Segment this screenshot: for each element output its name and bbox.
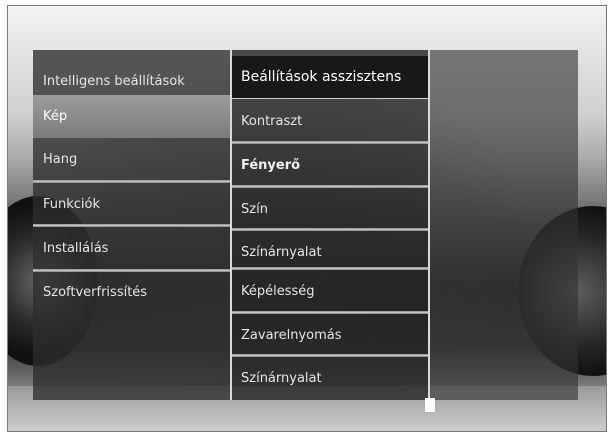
main-menu-column: Intelligens beállítások Kép Hang Funkció…	[33, 50, 230, 400]
submenu-item-settings-assistant[interactable]: Beállítások asszisztens	[232, 56, 428, 99]
value-panel	[430, 50, 578, 400]
sub-menu-column: Beállítások asszisztens Kontraszt Fényer…	[230, 50, 430, 400]
menu-item-label: Szoftverfrissítés	[43, 285, 148, 300]
menu-item-picture[interactable]: Kép	[33, 95, 230, 138]
menu-item-software-update[interactable]: Szoftverfrissítés	[33, 271, 230, 314]
menu-item-label: Hang	[43, 152, 78, 167]
settings-menu: Intelligens beállítások Kép Hang Funkció…	[33, 50, 578, 400]
scroll-indicator	[425, 398, 435, 412]
submenu-item-sharpness[interactable]: Képélesség	[232, 270, 428, 313]
submenu-item-color[interactable]: Szín	[232, 188, 428, 231]
menu-item-sound[interactable]: Hang	[33, 138, 230, 181]
submenu-item-hue-2[interactable]: Színárnyalat	[232, 357, 428, 400]
menu-item-installation[interactable]: Installálás	[33, 227, 230, 270]
submenu-item-label: Zavarelnyomás	[241, 328, 342, 343]
submenu-item-label: Színárnyalat	[241, 371, 322, 386]
submenu-item-contrast[interactable]: Kontraszt	[232, 100, 428, 143]
menu-item-label: Intelligens beállítások	[43, 74, 185, 89]
submenu-item-noise-reduction[interactable]: Zavarelnyomás	[232, 314, 428, 357]
submenu-item-label: Szín	[241, 202, 268, 217]
submenu-item-label: Fényerő	[241, 158, 301, 173]
menu-item-features[interactable]: Funkciók	[33, 183, 230, 226]
menu-item-label: Installálás	[43, 241, 109, 256]
submenu-item-label: Képélesség	[241, 284, 315, 299]
menu-item-label: Kép	[43, 109, 68, 124]
submenu-item-brightness[interactable]: Fényerő	[232, 144, 428, 187]
submenu-item-label: Beállítások asszisztens	[241, 69, 402, 85]
menu-item-label: Funkciók	[43, 197, 101, 212]
submenu-item-label: Színárnyalat	[241, 245, 322, 260]
submenu-item-label: Kontraszt	[241, 114, 303, 129]
